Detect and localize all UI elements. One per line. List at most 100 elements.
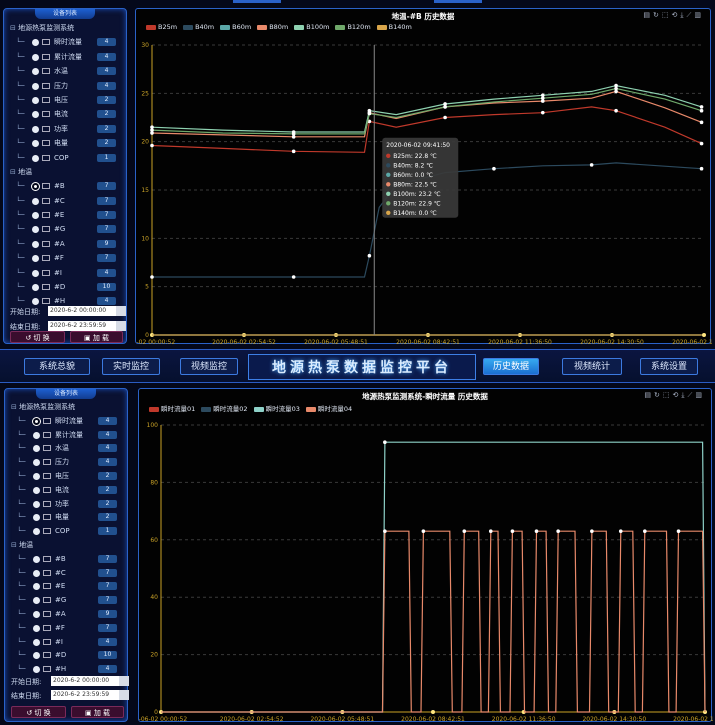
radio-button[interactable] (32, 111, 39, 119)
radio-button[interactable] (33, 431, 40, 439)
radio-button[interactable] (33, 417, 40, 425)
radio-button[interactable] (32, 197, 39, 205)
calendar-icon[interactable] (119, 676, 129, 686)
tree-item[interactable]: └─ 水温 4 (11, 441, 121, 455)
tree-item[interactable]: └─ #E 7 (11, 579, 121, 593)
tree-item[interactable]: └─ #B 7 (11, 552, 121, 566)
calendar-icon[interactable] (119, 690, 129, 700)
radio-button[interactable] (33, 569, 40, 577)
radio-button[interactable] (33, 459, 40, 467)
tree-item[interactable]: └─ COP 1 (11, 524, 121, 538)
radio-button[interactable] (32, 226, 39, 234)
radio-button[interactable] (33, 500, 40, 508)
tree-item[interactable]: └─ 电压 2 (11, 469, 121, 483)
tree-item[interactable]: └─ 累计流量 4 (10, 50, 120, 64)
switch-button[interactable]: ↺ 切 换 (10, 331, 65, 343)
radio-button[interactable] (33, 555, 40, 563)
radio-button[interactable] (32, 96, 39, 104)
collapse-icon[interactable]: ⊟ (11, 541, 19, 549)
calendar-icon[interactable] (116, 321, 126, 331)
tree-item[interactable]: └─ #C 7 (11, 566, 121, 580)
radio-button[interactable] (33, 445, 40, 453)
tree-item[interactable]: └─ 电流 2 (11, 483, 121, 497)
end-date-input[interactable]: 2020-6-2 23:59:59 (51, 690, 119, 700)
radio-button[interactable] (32, 298, 39, 306)
switch-button[interactable]: ↺ 切 换 (11, 706, 66, 718)
load-button[interactable]: ▣ 加 载 (71, 706, 124, 718)
collapse-icon[interactable]: ⊟ (10, 24, 18, 32)
tree-item[interactable]: └─ #I 4 (10, 266, 120, 280)
tree-item[interactable]: └─ 瞬时流量 4 (10, 35, 120, 49)
radio-button[interactable] (33, 652, 40, 660)
tree-item[interactable]: └─ #A 9 (11, 607, 121, 621)
tree-item[interactable]: └─ 水温 4 (10, 64, 120, 78)
tree-item[interactable]: └─ 压力 4 (11, 455, 121, 469)
tree-item[interactable]: └─ #G 7 (11, 593, 121, 607)
tree-group[interactable]: ⊟ 地源热泵监测系统 (11, 400, 121, 414)
tree-item[interactable]: └─ 电流 2 (10, 107, 120, 121)
collapse-icon[interactable]: ⊟ (11, 403, 19, 411)
tree-item[interactable]: └─ 压力 4 (10, 79, 120, 93)
radio-button[interactable] (32, 212, 39, 220)
radio-button[interactable] (33, 666, 40, 674)
tree-item[interactable]: └─ 电量 2 (11, 510, 121, 524)
tree-item[interactable]: └─ #A 9 (10, 237, 120, 251)
tree-group[interactable]: ⊟ 地温 (10, 165, 120, 179)
radio-button[interactable] (32, 140, 39, 148)
radio-button[interactable] (33, 597, 40, 605)
tree-item[interactable]: └─ 功率 2 (11, 497, 121, 511)
radio-button[interactable] (32, 53, 39, 61)
nav-realtime-monitor[interactable]: 实时监控 (102, 358, 160, 375)
nav-video-stats[interactable]: 视频统计 (562, 358, 622, 375)
radio-button[interactable] (33, 472, 40, 480)
tree-item[interactable]: └─ #D 10 (10, 280, 120, 294)
radio-button[interactable] (33, 528, 40, 536)
tree-item[interactable]: └─ #G 7 (10, 222, 120, 236)
radio-button[interactable] (32, 284, 39, 292)
radio-button[interactable] (32, 269, 39, 277)
tree-item[interactable]: └─ #B 7 (10, 179, 120, 193)
radio-button[interactable] (32, 154, 39, 162)
collapse-icon[interactable]: ⊟ (10, 168, 18, 176)
radio-button[interactable] (33, 514, 40, 522)
tree-item[interactable]: └─ #H 4 (11, 662, 121, 676)
tree-item[interactable]: └─ #E 7 (10, 208, 120, 222)
nav-system-settings[interactable]: 系统设置 (640, 358, 698, 375)
tree-group[interactable]: ⊟ 地温 (11, 538, 121, 552)
switch-label: 切 换 (34, 709, 51, 717)
radio-button[interactable] (32, 125, 39, 133)
tree-item[interactable]: └─ #F 7 (10, 251, 120, 265)
tree-item[interactable]: └─ #F 7 (11, 621, 121, 635)
radio-button[interactable] (33, 486, 40, 494)
count-badge: 7 (98, 623, 117, 632)
tree-item[interactable]: └─ 电量 2 (10, 136, 120, 150)
tree-item[interactable]: └─ #C 7 (10, 194, 120, 208)
end-date-input[interactable]: 2020-6-2 23:59:59 (48, 321, 116, 331)
tree-item[interactable]: └─ 电压 2 (10, 93, 120, 107)
radio-button[interactable] (32, 183, 39, 191)
nav-history-data[interactable]: 历史数据 (483, 358, 539, 375)
calendar-icon[interactable] (116, 306, 126, 316)
tree-item[interactable]: └─ COP 1 (10, 151, 120, 165)
start-date-input[interactable]: 2020-6-2 00:00:00 (48, 306, 116, 316)
tree-item[interactable]: └─ #D 10 (11, 648, 121, 662)
nav-video-monitor[interactable]: 视频监控 (180, 358, 238, 375)
tree-item[interactable]: └─ 瞬时流量 4 (11, 414, 121, 428)
radio-button[interactable] (32, 240, 39, 248)
radio-button[interactable] (32, 255, 39, 263)
nav-system-overview[interactable]: 系统总貌 (24, 358, 90, 375)
radio-button[interactable] (33, 624, 40, 632)
tree-item[interactable]: └─ #I 4 (11, 635, 121, 649)
tree-item[interactable]: └─ 功率 2 (10, 122, 120, 136)
radio-button[interactable] (33, 638, 40, 646)
radio-button[interactable] (32, 82, 39, 90)
radio-button[interactable] (33, 610, 40, 618)
tree-group[interactable]: ⊟ 地源热泵监测系统 (10, 21, 120, 35)
radio-button[interactable] (32, 39, 39, 47)
count-badge: 4 (98, 665, 117, 674)
start-date-input[interactable]: 2020-6-2 00:00:00 (51, 676, 119, 686)
radio-button[interactable] (32, 68, 39, 76)
radio-button[interactable] (33, 583, 40, 591)
tree-item[interactable]: └─ 累计流量 4 (11, 428, 121, 442)
load-button[interactable]: ▣ 加 载 (70, 331, 123, 343)
